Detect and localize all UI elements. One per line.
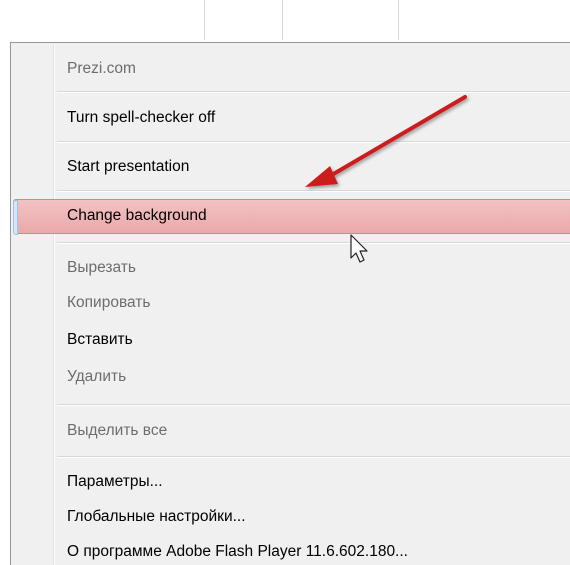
red-arrow-icon [305, 95, 467, 187]
annotation-overlay [305, 95, 467, 263]
mouse-cursor-icon [350, 234, 368, 263]
screenshot-stage: Prezi.com Turn spell-checker off Start p… [0, 0, 570, 565]
